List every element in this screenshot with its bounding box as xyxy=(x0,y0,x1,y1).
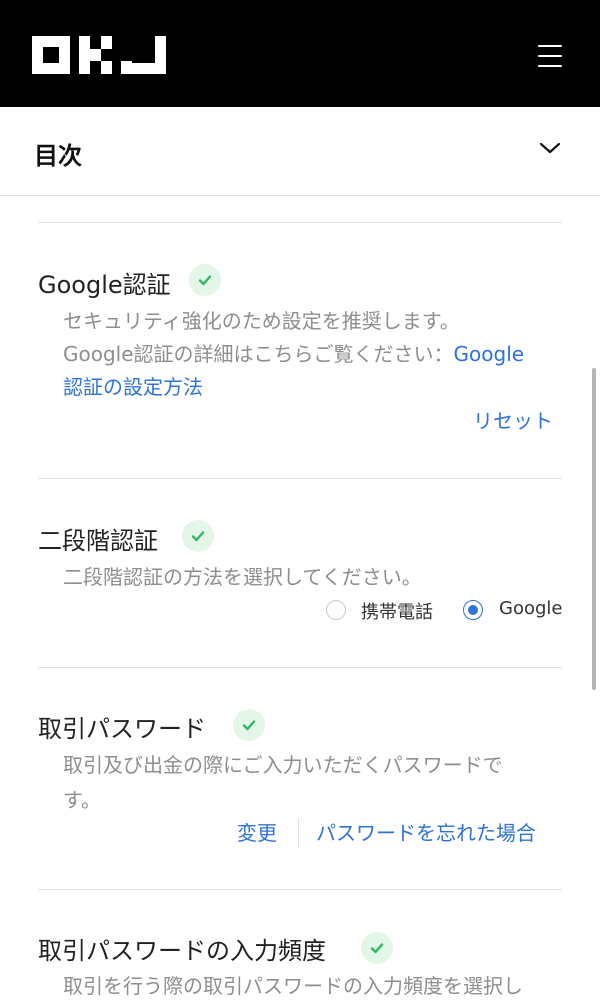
google-auth-guide-link[interactable]: Google xyxy=(454,342,525,366)
check-icon xyxy=(189,264,221,296)
toc-dropdown[interactable]: 目次 xyxy=(0,107,600,196)
divider xyxy=(38,889,562,890)
scrollbar-thumb[interactable] xyxy=(592,368,596,690)
check-icon xyxy=(361,932,393,964)
check-icon xyxy=(182,520,214,552)
radio-mobile[interactable] xyxy=(326,600,346,620)
google-auth-guide-link-cont[interactable]: 認証の設定方法 xyxy=(63,371,203,400)
two-step-desc: 二段階認証の方法を選択してください。 xyxy=(63,565,422,589)
toc-title: 目次 xyxy=(34,142,82,170)
divider xyxy=(38,222,562,223)
divider xyxy=(38,478,562,479)
google-auth-title: Google認証 xyxy=(38,271,171,299)
trade-password-title: 取引パスワード xyxy=(38,715,206,743)
hamburger-menu-icon[interactable] xyxy=(532,40,570,72)
trade-password-frequency-desc: 取引を行う際の取引パスワードの入力頻度を選択し xyxy=(63,974,523,998)
trade-password-desc-cont: す。 xyxy=(63,788,101,812)
google-auth-detail-prefix: Google認証の詳細はこちらご覧ください： xyxy=(63,342,454,366)
two-step-title: 二段階認証 xyxy=(38,527,158,555)
divider xyxy=(38,667,562,668)
radio-google[interactable] xyxy=(463,600,483,620)
app-header xyxy=(0,0,600,107)
check-icon xyxy=(233,709,265,741)
trade-password-desc: 取引及び出金の際にご入力いただくパスワードで xyxy=(63,753,503,777)
radio-mobile-label[interactable]: 携帯電話 xyxy=(361,598,433,624)
action-separator xyxy=(298,818,299,848)
google-auth-detail: Google認証の詳細はこちらご覧ください：Google xyxy=(63,338,524,367)
reset-button[interactable]: リセット xyxy=(473,405,553,434)
radio-google-label[interactable]: Google xyxy=(499,598,562,619)
chevron-down-icon[interactable] xyxy=(538,136,562,160)
forgot-password-link[interactable]: パスワードを忘れた場合 xyxy=(316,817,536,846)
trade-password-frequency-title: 取引パスワードの入力頻度 xyxy=(38,937,326,965)
okj-logo[interactable] xyxy=(32,36,166,78)
change-password-button[interactable]: 変更 xyxy=(237,817,277,846)
google-auth-desc: セキュリティ強化のため設定を推奨します。 xyxy=(63,309,460,333)
